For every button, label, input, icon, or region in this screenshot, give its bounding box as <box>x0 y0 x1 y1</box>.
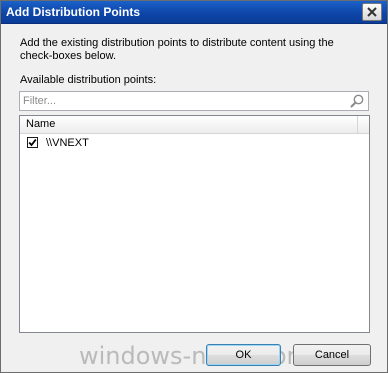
search-icon[interactable] <box>349 93 365 109</box>
filter-box[interactable] <box>19 91 369 111</box>
list-item[interactable]: \\VNEXT <box>20 134 369 152</box>
add-distribution-points-dialog: Add Distribution Points Add the existing… <box>0 0 388 373</box>
close-icon <box>367 7 377 17</box>
column-header-name[interactable]: Name <box>20 116 358 133</box>
title-bar[interactable]: Add Distribution Points <box>1 1 387 24</box>
window-title: Add Distribution Points <box>6 5 140 19</box>
cancel-button[interactable]: Cancel <box>293 344 371 366</box>
close-button[interactable] <box>362 3 382 21</box>
ok-button[interactable]: OK <box>206 344 281 366</box>
column-header-name-label: Name <box>26 118 56 130</box>
available-points-label: Available distribution points: <box>20 74 157 86</box>
item-label: \\VNEXT <box>46 137 89 149</box>
list-header: Name <box>20 116 369 134</box>
description-text: Add the existing distribution points to … <box>20 37 334 62</box>
distribution-points-list[interactable]: Name \\VNEXT <box>19 115 370 333</box>
checkmark-icon <box>28 139 37 147</box>
filter-input[interactable] <box>23 94 343 108</box>
item-checkbox[interactable] <box>27 137 38 148</box>
